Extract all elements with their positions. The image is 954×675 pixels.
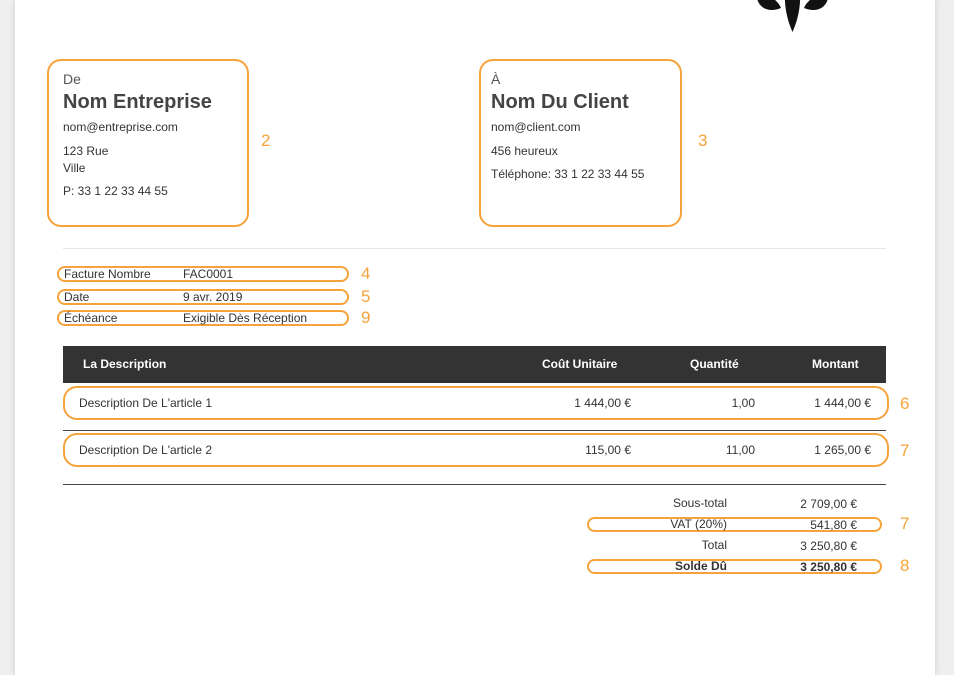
annotation-client: 3 bbox=[698, 131, 708, 150]
client-address: 456 heureux bbox=[491, 144, 558, 158]
vat-label: VAT (20%) bbox=[670, 517, 727, 531]
invoice-number-row: Facture Nombre FAC0001 bbox=[57, 266, 349, 282]
sender-phone: P: 33 1 22 33 44 55 bbox=[63, 184, 168, 198]
line-item-row: Description De L'article 1 1 444,00 € 1,… bbox=[63, 386, 889, 420]
header-description: La Description bbox=[83, 357, 167, 371]
invoice-number-value: FAC0001 bbox=[183, 267, 234, 281]
item-description: Description De L'article 2 bbox=[79, 443, 213, 457]
subtotal-value: 2 709,00 € bbox=[800, 497, 857, 511]
annotation-item-1: 6 bbox=[900, 394, 910, 413]
invoice-number-label: Facture Nombre bbox=[64, 267, 151, 281]
sender-info-box: De Nom Entreprise nom@entreprise.com 123… bbox=[47, 59, 249, 227]
annotation-sender: 2 bbox=[261, 131, 271, 150]
subtotal-label: Sous-total bbox=[672, 496, 727, 510]
header-amount: Montant bbox=[812, 357, 859, 371]
table-bottom-rule bbox=[63, 484, 886, 485]
due-date-row: Échéance Exigible Dès Réception bbox=[57, 310, 349, 326]
item-quantity: 1,00 bbox=[731, 396, 755, 410]
total-label: Total bbox=[701, 538, 727, 552]
balance-due-value: 3 250,80 € bbox=[800, 560, 857, 574]
total-value: 3 250,80 € bbox=[800, 539, 857, 553]
invoice-date-row: Date 9 avr. 2019 bbox=[57, 289, 349, 305]
annotation-invoice-number: 4 bbox=[361, 264, 371, 283]
header-quantity: Quantité bbox=[690, 357, 739, 371]
annotation-balance-due: 8 bbox=[900, 556, 910, 575]
sender-street: 123 Rue bbox=[63, 144, 109, 158]
annotation-invoice-date: 5 bbox=[361, 287, 371, 306]
header-unit-cost: Coût Unitaire bbox=[542, 357, 618, 371]
fleur-de-lis-logo bbox=[757, 0, 828, 32]
item-quantity: 11,00 bbox=[725, 443, 755, 457]
client-label: À bbox=[491, 71, 501, 87]
sender-label: De bbox=[63, 71, 81, 87]
item-unit-cost: 115,00 € bbox=[585, 443, 631, 457]
line-item-row: Description De L'article 2 115,00 € 11,0… bbox=[63, 433, 889, 467]
item-description: Description De L'article 1 bbox=[79, 396, 213, 410]
client-phone: Téléphone: 33 1 22 33 44 55 bbox=[491, 167, 645, 181]
invoice-page: De Nom Entreprise nom@entreprise.com 123… bbox=[15, 0, 935, 675]
due-date-label: Échéance bbox=[64, 311, 118, 325]
invoice-date-value: 9 avr. 2019 bbox=[183, 290, 243, 304]
sender-email: nom@entreprise.com bbox=[63, 120, 178, 134]
annotation-item-2: 7 bbox=[900, 441, 910, 460]
row-separator bbox=[63, 430, 886, 431]
vat-value: 541,80 € bbox=[810, 518, 857, 532]
annotation-vat: 7 bbox=[900, 514, 910, 533]
item-unit-cost: 1 444,00 € bbox=[574, 396, 631, 410]
client-name: Nom Du Client bbox=[491, 91, 629, 113]
invoice-date-label: Date bbox=[64, 290, 90, 304]
client-email: nom@client.com bbox=[491, 120, 581, 134]
items-table-header: La Description Coût Unitaire Quantité Mo… bbox=[63, 346, 886, 383]
header-divider bbox=[63, 248, 886, 249]
annotation-due-date: 9 bbox=[361, 308, 371, 327]
due-date-value: Exigible Dès Réception bbox=[183, 311, 308, 325]
item-amount: 1 444,00 € bbox=[814, 396, 871, 410]
item-amount: 1 265,00 € bbox=[814, 443, 871, 457]
sender-city: Ville bbox=[63, 161, 86, 175]
sender-company-name: Nom Entreprise bbox=[63, 91, 212, 113]
balance-due-label: Solde Dû bbox=[674, 559, 727, 573]
client-info-box: À Nom Du Client nom@client.com 456 heure… bbox=[479, 59, 682, 227]
